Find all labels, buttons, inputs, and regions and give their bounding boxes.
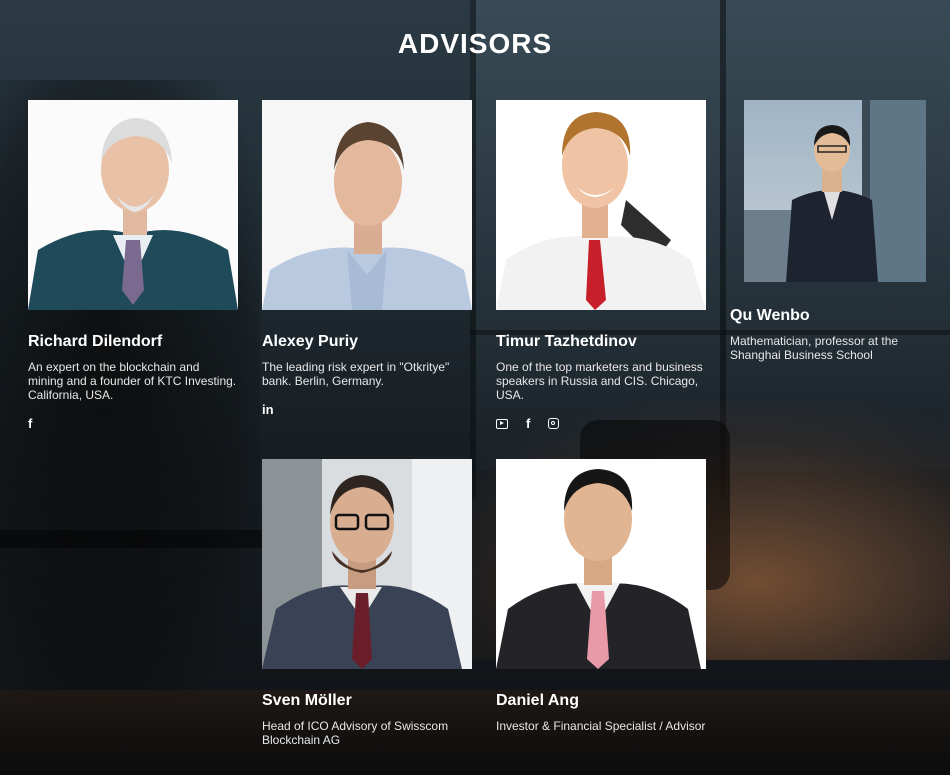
advisor-card: Qu Wenbo Mathematician, professor at the… (730, 100, 926, 362)
advisor-photo (496, 459, 706, 669)
advisor-card: Timur Tazhetdinov One of the top markete… (496, 100, 706, 431)
advisor-name: Alexey Puriy (262, 333, 359, 350)
advisor-photo (496, 100, 706, 310)
advisor-description: Investor & Financial Specialist / Adviso… (496, 719, 706, 733)
social-links: f (496, 416, 706, 431)
advisor-description: An expert on the blockchain and mining a… (28, 360, 237, 402)
advisor-photo (262, 459, 472, 669)
advisor-description: Head of ICO Advisory of Swisscom Blockch… (262, 719, 449, 747)
advisor-card: Sven Möller Head of ICO Advisory of Swis… (262, 459, 472, 747)
advisor-description: Mathematician, professor at the Shanghai… (730, 334, 899, 362)
advisor-name: Qu Wenbo (730, 307, 810, 324)
advisor-description: One of the top marketers and business sp… (496, 360, 703, 402)
advisor-name: Richard Dilendorf (28, 333, 163, 350)
advisor-name: Sven Möller (262, 692, 352, 709)
section-title: ADVISORS (397, 28, 553, 59)
social-links: in (262, 402, 472, 417)
advisor-card: Daniel Ang Investor & Financial Speciali… (496, 459, 706, 733)
advisor-photo (28, 100, 238, 310)
instagram-icon[interactable] (548, 418, 560, 429)
advisor-card: Alexey Puriy The leading risk expert in … (262, 100, 472, 417)
youtube-icon[interactable] (496, 418, 508, 429)
advisor-name: Timur Tazhetdinov (496, 333, 637, 350)
advisor-photo (262, 100, 472, 310)
linkedin-icon[interactable]: in (262, 402, 274, 417)
facebook-icon[interactable]: f (526, 416, 530, 431)
advisor-name: Daniel Ang (496, 692, 579, 709)
social-links: f (28, 416, 238, 431)
facebook-icon[interactable]: f (28, 416, 32, 431)
background-floor (0, 690, 950, 775)
advisor-card: Richard Dilendorf An expert on the block… (28, 100, 238, 431)
advisor-description: The leading risk expert in "Otkritye" ba… (262, 360, 450, 388)
advisor-photo (744, 100, 926, 282)
